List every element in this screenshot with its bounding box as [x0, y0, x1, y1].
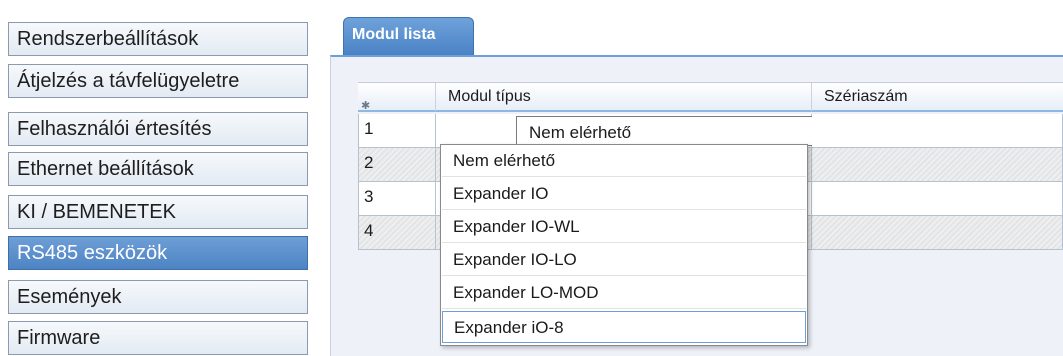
- serial-cell[interactable]: [812, 182, 1063, 215]
- sidebar-item-rendszerbeallitasok[interactable]: Rendszerbeállítások: [8, 22, 308, 56]
- dropdown-option-expander-lo-mod[interactable]: Expander LO-MOD: [442, 277, 806, 309]
- grid-header: ✱ Modul típus Szériaszám: [358, 82, 1063, 112]
- module-type-dropdown: Nem elérhető Expander IO Expander IO-WL …: [440, 144, 808, 346]
- sidebar-item-rs485[interactable]: RS485 eszközök: [8, 236, 308, 270]
- dropdown-option-expander-io[interactable]: Expander IO: [442, 178, 806, 210]
- dropdown-option-nem-elerheto[interactable]: Nem elérhető: [442, 145, 806, 177]
- column-header-label: Modul típus: [448, 88, 531, 105]
- row-index: 2: [358, 148, 436, 181]
- sidebar-item-atjelzes[interactable]: Átjelzés a távfelügyeletre: [8, 64, 308, 98]
- table-row[interactable]: 1 Nem elérhető ⌄: [358, 114, 1063, 148]
- sidebar-item-firmware[interactable]: Firmware: [8, 321, 308, 355]
- column-header-szeriaszam[interactable]: Szériaszám: [812, 83, 1063, 111]
- sidebar-item-ki-bemenetek[interactable]: KI / BEMENETEK: [8, 195, 308, 229]
- sidebar-item-felhasznaloi-ertesites[interactable]: Felhasználói értesítés: [8, 112, 308, 146]
- row-index: 4: [358, 216, 436, 249]
- row-index: 3: [358, 182, 436, 215]
- tab-modul-lista[interactable]: Modul lista: [343, 17, 474, 55]
- sidebar: Rendszerbeállítások Átjelzés a távfelügy…: [0, 0, 318, 356]
- serial-cell[interactable]: [812, 216, 1063, 249]
- serial-cell[interactable]: [812, 114, 1063, 147]
- serial-cell[interactable]: [812, 148, 1063, 181]
- module-type-cell: Nem elérhető ⌄: [436, 114, 886, 147]
- index-column-header: ✱: [358, 83, 436, 112]
- column-header-label: Szériaszám: [824, 88, 908, 105]
- row-index: 1: [358, 114, 436, 147]
- dropdown-option-expander-io-wl[interactable]: Expander IO-WL: [442, 211, 806, 243]
- sidebar-item-esemenyek[interactable]: Események: [8, 280, 308, 314]
- dropdown-option-expander-io-lo[interactable]: Expander IO-LO: [442, 244, 806, 276]
- combobox-value: Nem elérhető: [529, 123, 632, 142]
- column-header-modul-tipus[interactable]: Modul típus: [436, 83, 812, 111]
- dropdown-option-expander-io-8[interactable]: Expander iO-8: [442, 311, 806, 343]
- sidebar-item-ethernet[interactable]: Ethernet beállítások: [8, 152, 308, 186]
